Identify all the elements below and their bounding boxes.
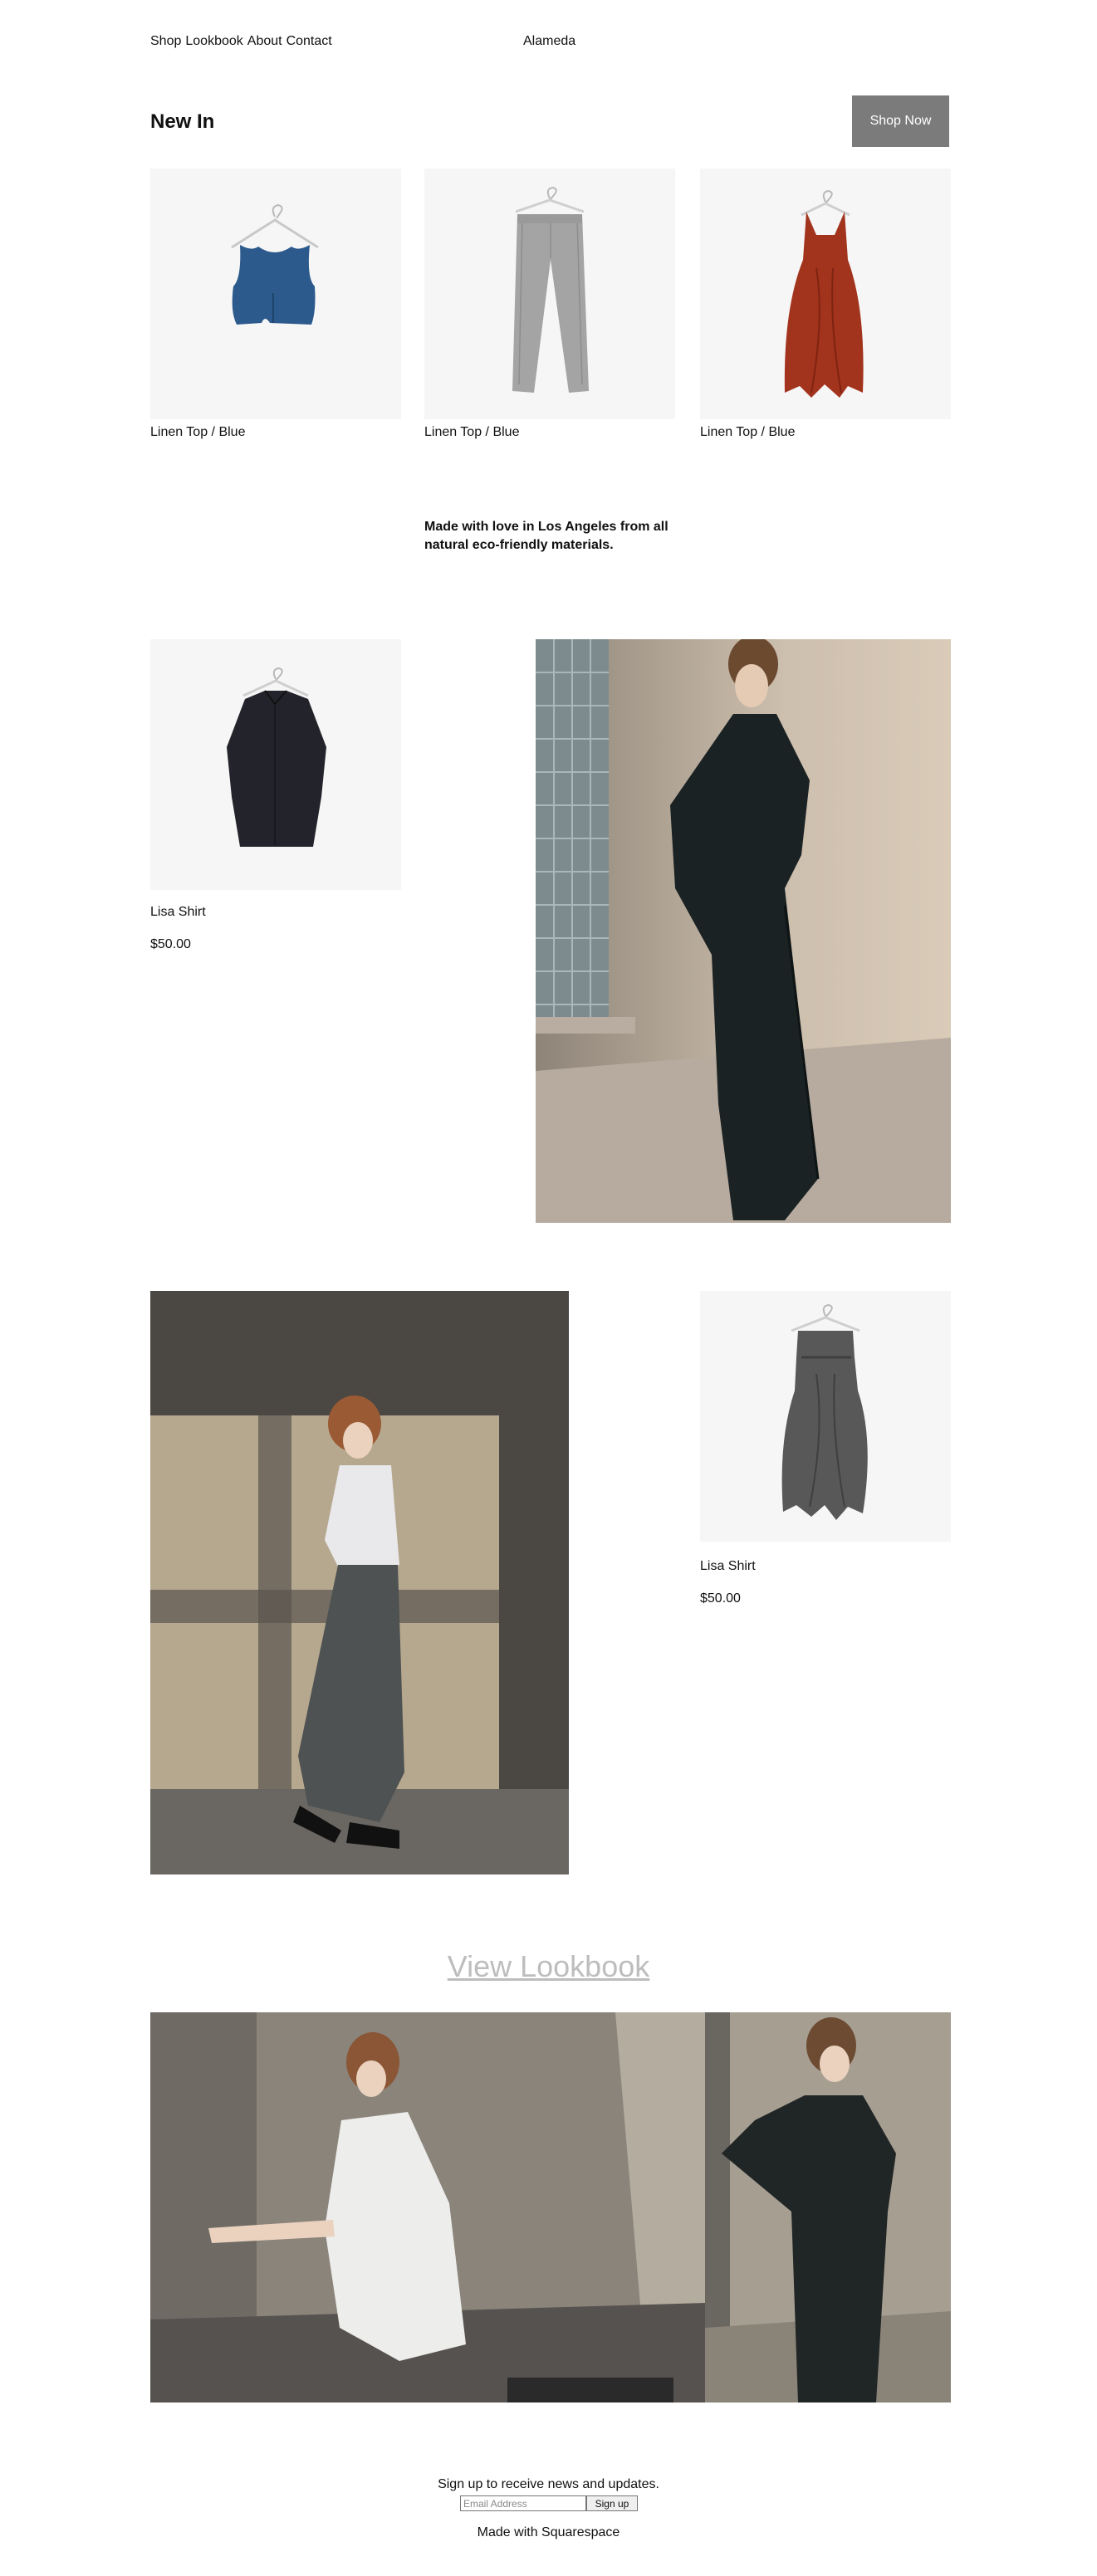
product-image-gray-trousers[interactable] xyxy=(424,169,675,419)
nav-contact[interactable]: Contact xyxy=(286,34,332,49)
lookbook-photo-white-top-gray-skirt[interactable] xyxy=(150,1291,569,1875)
product-image-navy-shirt[interactable] xyxy=(150,639,401,890)
nav-about[interactable]: About xyxy=(247,34,282,49)
product-image-blue-top[interactable] xyxy=(150,169,401,419)
lookbook-photo-dark-jumpsuit[interactable] xyxy=(536,639,951,1223)
lookbook-photo-black-wrap-dress[interactable] xyxy=(705,2012,951,2402)
product-image-rust-dress[interactable] xyxy=(700,169,951,419)
product-price: $50.00 xyxy=(700,1591,741,1606)
newsletter-heading: Sign up to receive news and updates. xyxy=(438,2477,659,2491)
nav-shop[interactable]: Shop xyxy=(150,34,181,49)
signup-button[interactable]: Sign up xyxy=(586,2495,638,2511)
nav-lookbook[interactable]: Lookbook xyxy=(185,34,242,49)
product-price: $50.00 xyxy=(150,937,191,951)
email-field[interactable] xyxy=(460,2495,586,2511)
new-in-title: New In xyxy=(150,110,215,133)
lookbook-photo-crouching-white-dress[interactable] xyxy=(150,2012,705,2402)
brand-tagline: Made with love in Los Angeles from all n… xyxy=(424,520,668,552)
product-name[interactable]: Lisa Shirt xyxy=(700,1559,756,1574)
product-image-gray-skirt[interactable] xyxy=(700,1291,951,1542)
product-caption[interactable]: Linen Top / Blue xyxy=(700,425,795,440)
main-nav: Shop Lookbook About Contact xyxy=(150,34,332,49)
product-caption[interactable]: Linen Top / Blue xyxy=(150,425,245,440)
product-name[interactable]: Lisa Shirt xyxy=(150,905,206,920)
view-lookbook-link[interactable]: View Lookbook xyxy=(0,1949,1097,1984)
shop-now-button[interactable]: Shop Now xyxy=(852,95,949,147)
site-title[interactable]: Alameda xyxy=(523,34,575,49)
squarespace-credit[interactable]: Made with Squarespace xyxy=(0,2525,1097,2540)
product-caption[interactable]: Linen Top / Blue xyxy=(424,425,519,440)
